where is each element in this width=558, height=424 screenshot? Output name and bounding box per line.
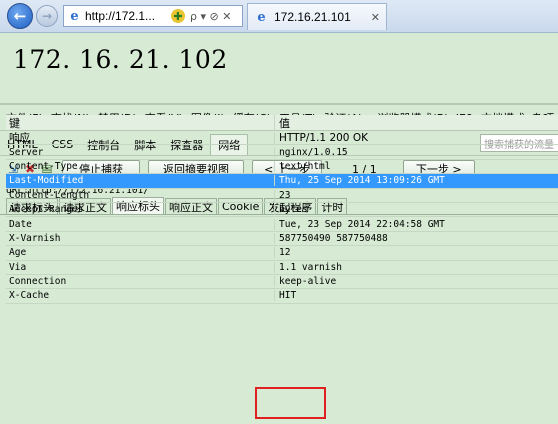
table-row[interactable]: Date Tue, 23 Sep 2014 22:04:58 GMT (6, 217, 558, 232)
header-key: Connection (9, 276, 67, 288)
header-key: Content-Length (9, 189, 90, 201)
tab-favicon-icon: e (257, 9, 266, 25)
table-row[interactable]: X-Varnish 587750490 587750488 (6, 232, 558, 247)
table-row[interactable]: X-Cache HIT (6, 289, 558, 304)
header-value: Tue, 23 Sep 2014 22:04:58 GMT (274, 218, 558, 230)
table-row[interactable]: Last-Modified Thu, 25 Sep 2014 13:09:26 G… (6, 174, 558, 189)
table-row[interactable]: Content-Length 23 (6, 189, 558, 203)
browser-tab[interactable]: e 172.16.21.101 ✕ (247, 3, 387, 30)
header-value: 12 (274, 247, 558, 259)
page-heading: 172. 16. 21. 102 (13, 45, 228, 74)
address-text[interactable]: http://172.1... (85, 9, 167, 23)
browser-chrome: ← → e http://172.1... ✚ ρ ▾ ⊘ ✕ e 172.16… (0, 0, 558, 33)
header-value: 23 (274, 189, 558, 201)
column-key[interactable]: 键 (6, 115, 274, 131)
header-value: nginx/1.0.15 (274, 146, 558, 158)
tab-close-icon[interactable]: ✕ (371, 11, 380, 24)
header-key: 响应 (9, 132, 30, 145)
header-value: HIT (274, 290, 558, 302)
header-value: text/html (274, 160, 558, 172)
table-row[interactable]: Content-Type text/html (6, 160, 558, 175)
header-value: 587750490 587750488 (274, 232, 558, 244)
back-arrow-icon: ← (13, 7, 27, 25)
header-value: keep-alive (274, 276, 558, 288)
response-headers-table: 键 值 响应 HTTP/1.1 200 OK Server nginx/1.0.15 C… (6, 114, 558, 304)
table-row[interactable]: Server nginx/1.0.15 (6, 145, 558, 160)
header-value: 1.1 varnish (274, 261, 558, 273)
table-row[interactable]: 响应 HTTP/1.1 200 OK (6, 131, 558, 146)
table-header: 键 值 (6, 114, 558, 131)
table-row[interactable]: Via 1.1 varnish (6, 261, 558, 275)
header-key: X-Varnish (9, 232, 61, 244)
header-value: Thu, 25 Sep 2014 13:09:26 GMT (274, 175, 558, 187)
header-key: Date (9, 218, 32, 230)
table-row[interactable]: Accept-Ranges bytes (6, 203, 558, 218)
header-key: X-Cache (9, 290, 50, 302)
tab-title: 172.16.21.101 (274, 10, 351, 24)
compatibility-view-icon[interactable]: ✚ (171, 9, 185, 23)
header-key: Content-Type (9, 160, 78, 172)
header-key: Server (9, 146, 44, 158)
forward-arrow-icon: → (41, 9, 53, 23)
header-value: HTTP/1.1 200 OK (274, 131, 558, 144)
header-key: Via (9, 261, 27, 273)
header-value: bytes (274, 204, 558, 216)
column-value[interactable]: 值 (274, 114, 558, 131)
header-key: Age (9, 247, 27, 259)
table-row[interactable]: Age 12 (6, 246, 558, 261)
annotation-highlight-box (255, 387, 326, 419)
address-tools-icons[interactable]: ρ ▾ ⊘ ✕ (190, 10, 231, 23)
header-key: Last-Modified (9, 175, 84, 187)
ie-page-icon: e (70, 8, 79, 24)
header-key: Accept-Ranges (9, 204, 84, 216)
table-row[interactable]: Connection keep-alive (6, 275, 558, 290)
page-content: 172. 16. 21. 102 (0, 33, 558, 103)
forward-button[interactable]: → (36, 5, 58, 27)
back-button[interactable]: ← (7, 3, 33, 29)
address-bar[interactable]: e http://172.1... ✚ ρ ▾ ⊘ ✕ (63, 5, 243, 27)
